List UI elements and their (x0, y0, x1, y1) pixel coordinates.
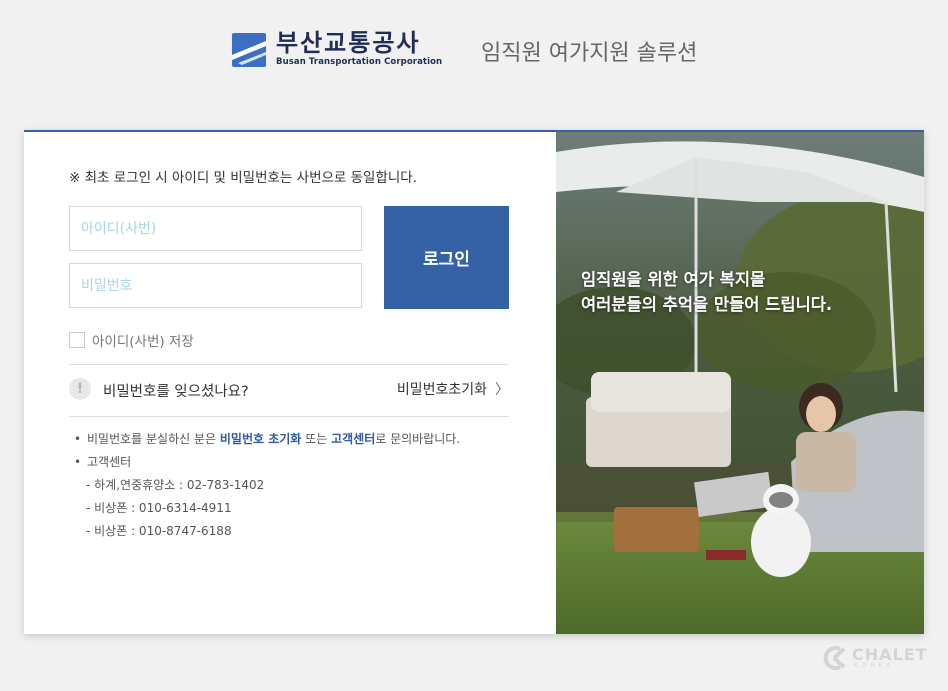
promo-image: 임직원을 위한 여가 복지몰 여러분들의 추억을 만들어 드립니다. (556, 132, 924, 634)
exclamation-icon: ! (69, 378, 91, 400)
logo-english-name: Busan Transportation Corporation (276, 57, 443, 67)
divider (69, 364, 509, 365)
customer-center-inline-link[interactable]: 고객센터 (331, 432, 375, 446)
chalet-watermark: CHALET KOREA (820, 643, 930, 673)
customer-center-title: • 고객센터 (74, 451, 460, 474)
lost-mid: 또는 (301, 432, 332, 446)
logo-korean-name: 부산교통공사 (276, 29, 421, 57)
cs-line-resort: - 하계,연중휴양소 : 02-783-1402 (86, 478, 265, 492)
watermark-sub: KOREA (854, 662, 895, 669)
login-button[interactable]: 로그인 (384, 206, 509, 309)
promo-photo (556, 132, 924, 634)
bullet: • (74, 432, 82, 446)
help-info: • 비밀번호를 분실하신 분은 비밀번호 초기화 또는 고객센터로 문의바랍니다.… (74, 428, 460, 543)
forgot-password-row: ! 비밀번호를 잊으셨나요? 비밀번호초기화 〉 (69, 377, 509, 403)
password-reset-inline-link[interactable]: 비밀번호 초기화 (220, 432, 301, 446)
cs-line-emergency-2: - 비상폰 : 010-8747-6188 (86, 524, 232, 538)
save-id-checkbox[interactable] (69, 332, 85, 348)
promo-text: 임직원을 위한 여가 복지몰 여러분들의 추억을 만들어 드립니다. (581, 267, 832, 317)
login-form-area: ※ 최초 로그인 시 아이디 및 비밀번호는 사번으로 동일합니다. 로그인 아… (24, 132, 556, 634)
save-id-option[interactable]: 아이디(사번) 저장 (69, 330, 194, 350)
divider (69, 416, 509, 417)
busan-transport-logo-icon (232, 33, 266, 67)
cs-line-emergency-1: - 비상폰 : 010-6314-4911 (86, 501, 232, 515)
password-input[interactable] (69, 263, 362, 308)
password-reset-link[interactable]: 비밀번호초기화 〉 (397, 379, 509, 399)
chevron-right-icon: 〉 (495, 382, 509, 398)
save-id-label: 아이디(사번) 저장 (92, 334, 194, 350)
login-notice: ※ 최초 로그인 시 아이디 및 비밀번호는 사번으로 동일합니다. (69, 170, 418, 186)
customer-center-label: 고객센터 (87, 455, 132, 469)
chalet-logo-icon (823, 646, 846, 670)
lost-suffix: 로 문의바랍니다. (375, 432, 461, 446)
login-panel: ※ 최초 로그인 시 아이디 및 비밀번호는 사번으로 동일합니다. 로그인 아… (24, 130, 924, 634)
lost-password-info: • 비밀번호를 분실하신 분은 비밀번호 초기화 또는 고객센터로 문의바랍니다. (74, 428, 460, 451)
bullet: • (74, 455, 82, 469)
lost-prefix: 비밀번호를 분실하신 분은 (87, 432, 220, 446)
header: 부산교통공사 Busan Transportation Corporation … (0, 30, 948, 70)
id-input[interactable] (69, 206, 362, 251)
forgot-password-question: 비밀번호를 잊으셨나요? (103, 384, 249, 400)
promo-line-1: 임직원을 위한 여가 복지몰 (581, 270, 766, 289)
promo-line-2: 여러분들의 추억을 만들어 드립니다. (581, 295, 833, 314)
page-title: 임직원 여가지원 솔루션 (481, 41, 698, 66)
password-reset-label: 비밀번호초기화 (396, 382, 487, 398)
